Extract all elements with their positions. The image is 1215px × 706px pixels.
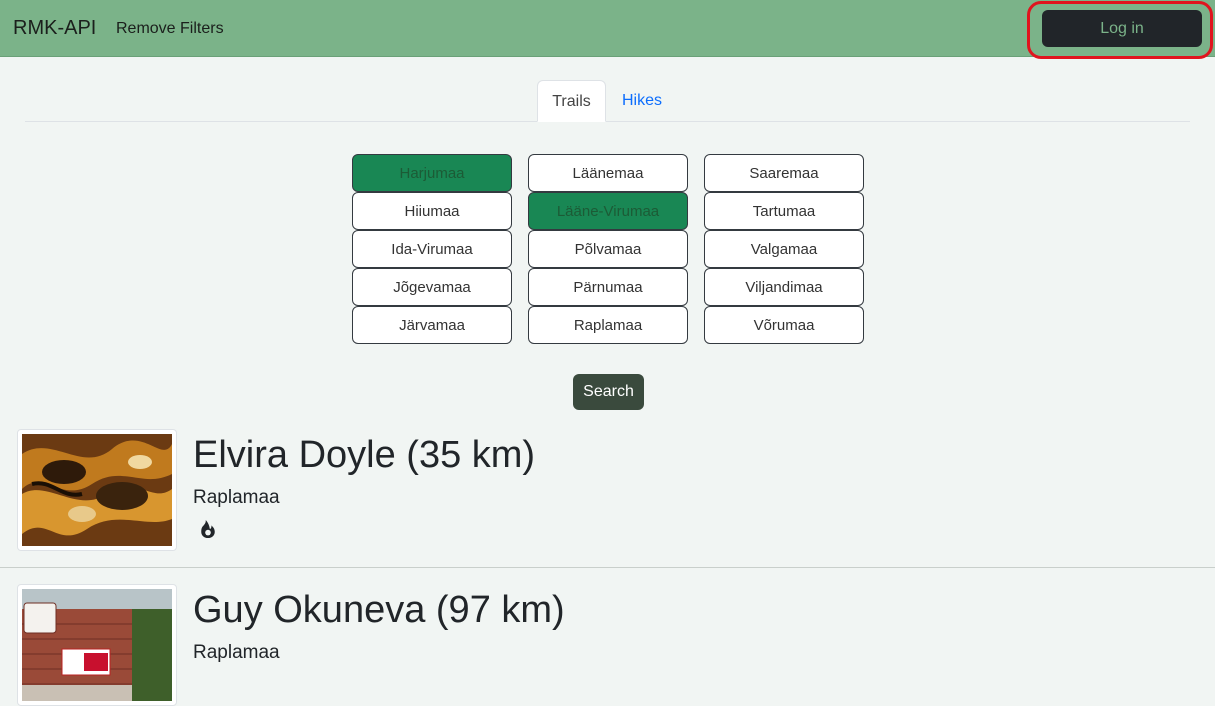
county-button-tartumaa[interactable]: Tartumaa xyxy=(704,192,864,230)
brand-link[interactable]: RMK-API xyxy=(13,17,96,40)
county-button-laanemaa[interactable]: Läänemaa xyxy=(528,154,688,192)
county-button-laane-virumaa[interactable]: Lääne-Virumaa xyxy=(528,192,688,230)
county-button-parnumaa[interactable]: Pärnumaa xyxy=(528,268,688,306)
fire-icon xyxy=(201,520,215,538)
tab-trails[interactable]: Trails xyxy=(537,80,606,122)
county-button-vorumaa[interactable]: Võrumaa xyxy=(704,306,864,344)
county-button-jarvamaa[interactable]: Järvamaa xyxy=(352,306,512,344)
trail-county: Raplamaa xyxy=(193,642,280,663)
county-button-polvamaa[interactable]: Põlvamaa xyxy=(528,230,688,268)
trail-county: Raplamaa xyxy=(193,487,280,508)
county-button-hiiumaa[interactable]: Hiiumaa xyxy=(352,192,512,230)
county-filter-grid: Harjumaa Läänemaa Saaremaa Hiiumaa Lääne… xyxy=(352,154,864,344)
trail-title[interactable]: Elvira Doyle (35 km) xyxy=(193,434,535,477)
county-button-jogevamaa[interactable]: Jõgevamaa xyxy=(352,268,512,306)
county-button-viljandimaa[interactable]: Viljandimaa xyxy=(704,268,864,306)
remove-filters-link[interactable]: Remove Filters xyxy=(116,20,224,38)
trail-thumbnail[interactable] xyxy=(17,429,177,551)
trail-image xyxy=(22,589,172,701)
trail-title[interactable]: Guy Okuneva (97 km) xyxy=(193,589,565,632)
county-button-valgamaa[interactable]: Valgamaa xyxy=(704,230,864,268)
search-button[interactable]: Search xyxy=(573,374,644,410)
county-button-raplamaa[interactable]: Raplamaa xyxy=(528,306,688,344)
county-button-harjumaa[interactable]: Harjumaa xyxy=(352,154,512,192)
trail-divider xyxy=(0,567,1215,568)
trail-thumbnail[interactable] xyxy=(17,584,177,706)
tabs-divider xyxy=(25,121,1190,122)
county-button-ida-virumaa[interactable]: Ida-Virumaa xyxy=(352,230,512,268)
navbar: RMK-API Remove Filters Log in xyxy=(0,0,1215,57)
login-button[interactable]: Log in xyxy=(1042,10,1202,47)
tab-hikes[interactable]: Hikes xyxy=(609,80,675,122)
trail-image xyxy=(22,434,172,546)
county-button-saaremaa[interactable]: Saaremaa xyxy=(704,154,864,192)
